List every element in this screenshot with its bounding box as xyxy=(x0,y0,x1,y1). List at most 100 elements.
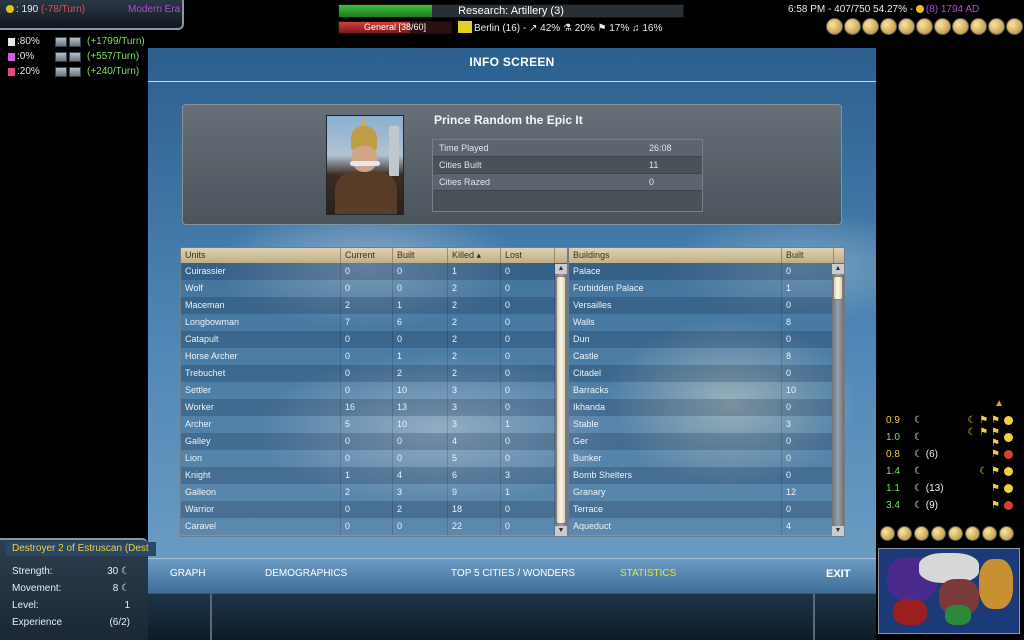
table-row[interactable]: Trebuchet 0 2 2 0 xyxy=(181,365,567,382)
research-flask-icon xyxy=(8,37,15,46)
stat-row: Cities Built 11 xyxy=(433,157,702,174)
table-row[interactable]: Granary 12 xyxy=(569,484,844,501)
table-row[interactable]: Bunker 0 xyxy=(569,450,844,467)
gold-coin-icon xyxy=(915,5,924,13)
units-scroll-up-icon[interactable]: ▲ xyxy=(555,264,567,274)
map-grid-icon[interactable] xyxy=(880,526,895,541)
score-row[interactable]: 1.4 ☾ ☾ ⚑ xyxy=(878,463,1024,480)
table-row[interactable]: Horse Archer 0 1 2 0 xyxy=(181,348,567,365)
rate-espionage-increase-button[interactable] xyxy=(55,66,67,77)
units-col-killed[interactable]: Killed ▴ xyxy=(448,248,501,263)
advisor-civics-icon[interactable] xyxy=(862,18,879,35)
map-city-icon[interactable] xyxy=(931,526,946,541)
advisor-victory-icon[interactable] xyxy=(952,18,969,35)
buildings-table: Buildings Built Palace 0 Forbidden Palace 1… xyxy=(568,247,845,537)
table-row[interactable]: Catapult 0 0 2 0 xyxy=(181,331,567,348)
units-col-name[interactable]: Units xyxy=(181,248,341,263)
rate-research-increase-button[interactable] xyxy=(55,36,67,47)
buildings-scroll-down-icon[interactable]: ▼ xyxy=(832,526,844,536)
advisor-turn-icon[interactable] xyxy=(826,18,843,35)
score-row[interactable]: 3.4 ☾ (9) ⚑ xyxy=(878,497,1024,514)
map-flag-icon[interactable] xyxy=(965,526,980,541)
tab-graph[interactable]: GRAPH xyxy=(170,559,206,594)
table-row[interactable]: Dun 0 xyxy=(569,331,844,348)
table-row[interactable]: Citadel 0 xyxy=(569,365,844,382)
rate-research-decrease-button[interactable] xyxy=(69,36,81,47)
table-row[interactable]: Ikhanda 0 xyxy=(569,399,844,416)
advisor-foreign-icon[interactable] xyxy=(880,18,897,35)
table-row[interactable]: Longbowman 7 6 2 0 xyxy=(181,314,567,331)
table-row[interactable]: Warrior 0 2 18 0 xyxy=(181,501,567,518)
table-row[interactable]: Worker 16 13 3 0 xyxy=(181,399,567,416)
score-row[interactable]: 0.9 ☾ ☾ ⚑ ⚑ xyxy=(878,412,1024,429)
table-row[interactable]: Ger 0 xyxy=(569,433,844,450)
unit-title[interactable]: Destroyer 2 of Estruscan (Dest xyxy=(6,542,156,556)
rate-culture-decrease-button[interactable] xyxy=(69,51,81,62)
table-row[interactable]: Galleon 2 3 9 1 xyxy=(181,484,567,501)
buildings-col-built[interactable]: Built xyxy=(782,248,834,263)
table-row[interactable]: Cuirassier 0 0 1 0 xyxy=(181,263,567,280)
units-col-current[interactable]: Current xyxy=(341,248,393,263)
stat-value: 0 xyxy=(649,177,655,187)
map-yield-icon[interactable] xyxy=(914,526,929,541)
rate-culture-increase-button[interactable] xyxy=(55,51,67,62)
bar-divider xyxy=(210,594,212,640)
score-row[interactable]: 0.8 ☾ (6) ⚑ xyxy=(878,446,1024,463)
map-resource-icon[interactable] xyxy=(897,526,912,541)
table-row[interactable]: Lion 0 0 5 0 xyxy=(181,450,567,467)
tab-top5-cities-wonders[interactable]: TOP 5 CITIES / WONDERS xyxy=(451,559,575,594)
map-unit-icon[interactable] xyxy=(948,526,963,541)
units-cell: 0 xyxy=(501,382,555,399)
score-row[interactable]: 1.0 ☾ ☾ ⚑ ⚑ ⚑ xyxy=(878,427,1024,449)
advisor-espionage-icon[interactable] xyxy=(988,18,1005,35)
tab-statistics[interactable]: STATISTICS xyxy=(620,559,676,594)
unit-stat-value: 30 ☾ xyxy=(107,566,130,577)
table-row[interactable]: Knight 1 4 6 3 xyxy=(181,467,567,484)
advisor-religion-icon[interactable] xyxy=(934,18,951,35)
table-row[interactable]: Archer 5 10 3 1 xyxy=(181,416,567,433)
table-row[interactable]: Stable 3 xyxy=(569,416,844,433)
table-row[interactable]: Terrace 0 xyxy=(569,501,844,518)
table-row[interactable]: Barracks 10 xyxy=(569,382,844,399)
table-row[interactable]: Caravel 0 0 22 0 xyxy=(181,518,567,535)
buildings-scroll-thumb[interactable] xyxy=(833,276,843,300)
minimap[interactable] xyxy=(878,548,1020,634)
exit-button[interactable]: EXIT xyxy=(826,559,850,594)
buildings-cell: 0 xyxy=(782,365,834,382)
table-row[interactable]: Maceman 2 1 2 0 xyxy=(181,297,567,314)
map-globe-icon[interactable] xyxy=(999,526,1014,541)
units-scroll-down-icon[interactable]: ▼ xyxy=(555,526,567,536)
units-scrollbar[interactable]: ▲ ▼ xyxy=(555,264,567,536)
units-scroll-thumb[interactable] xyxy=(556,276,566,524)
buildings-col-name[interactable]: Buildings xyxy=(569,248,782,263)
buildings-scroll-up-icon[interactable]: ▲ xyxy=(832,264,844,274)
advisor-corporation-icon[interactable] xyxy=(1006,18,1023,35)
units-cell: 6 xyxy=(448,467,501,484)
city-status[interactable]: Berlin (16) - ↗ 42% ⚗ 20% ⚑ 17% ♫ 16% xyxy=(458,21,662,34)
table-row[interactable]: Walls 8 xyxy=(569,314,844,331)
bar-divider xyxy=(813,594,815,640)
advisor-military-icon[interactable] xyxy=(898,18,915,35)
table-row[interactable]: Castle 8 xyxy=(569,348,844,365)
advisor-info-icon[interactable] xyxy=(970,18,987,35)
advisor-finance-icon[interactable] xyxy=(844,18,861,35)
map-score-icon[interactable] xyxy=(982,526,997,541)
table-row[interactable]: Bomb Shelters 0 xyxy=(569,467,844,484)
tab-demographics[interactable]: DEMOGRAPHICS xyxy=(265,559,347,594)
units-cell: 1 xyxy=(341,467,393,484)
table-row[interactable]: Aqueduct 4 xyxy=(569,518,844,535)
table-row[interactable]: Galley 0 0 4 0 xyxy=(181,433,567,450)
table-row[interactable]: Settler 0 10 3 0 xyxy=(181,382,567,399)
table-row[interactable]: Forbidden Palace 1 xyxy=(569,280,844,297)
advisor-tech-icon[interactable] xyxy=(916,18,933,35)
score-row[interactable]: 1.1 ☾ (13) ⚑ xyxy=(878,480,1024,497)
buildings-scrollbar[interactable]: ▲ ▼ xyxy=(832,264,844,536)
table-row[interactable]: Versailles 0 xyxy=(569,297,844,314)
table-row[interactable]: Palace 0 xyxy=(569,263,844,280)
units-table-body: Cuirassier 0 0 1 0 Wolf 0 0 2 0 Maceman 2 1 2 0 Longbow… xyxy=(181,263,567,535)
units-col-built[interactable]: Built xyxy=(393,248,448,263)
research-progress-bar[interactable]: Research: Artillery (3) xyxy=(338,4,684,18)
table-row[interactable]: Wolf 0 0 2 0 xyxy=(181,280,567,297)
units-col-lost[interactable]: Lost xyxy=(501,248,555,263)
rate-espionage-decrease-button[interactable] xyxy=(69,66,81,77)
